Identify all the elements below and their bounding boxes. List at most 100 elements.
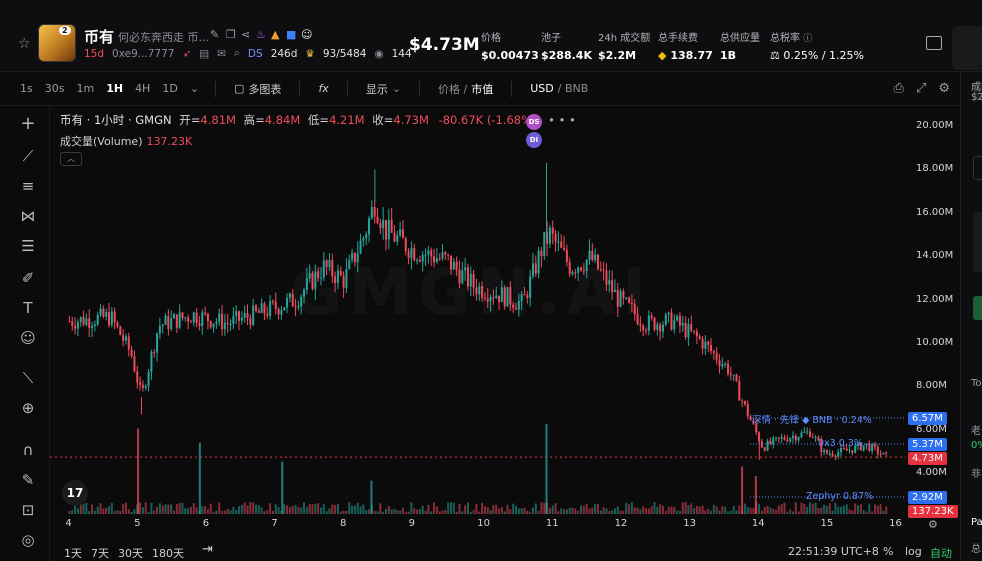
range-180d[interactable]: 180天 bbox=[152, 545, 184, 561]
sidebar-toggle-icon[interactable] bbox=[926, 36, 942, 50]
lock-drawing-icon[interactable]: ✎ bbox=[18, 470, 38, 490]
range-7d[interactable]: 7天 bbox=[91, 545, 109, 561]
fullscreen-icon[interactable]: ⤢ bbox=[916, 81, 926, 96]
dexscreener-link[interactable]: DS bbox=[248, 48, 263, 60]
volume-bar bbox=[407, 511, 410, 514]
panel-input[interactable] bbox=[973, 156, 982, 180]
more-icon[interactable]: • • • bbox=[548, 113, 576, 127]
volume-bar bbox=[240, 504, 243, 514]
candle bbox=[797, 436, 800, 443]
range-1d[interactable]: 1天 bbox=[64, 545, 82, 561]
candle bbox=[882, 452, 885, 455]
copy-icon[interactable]: ❐ bbox=[226, 28, 236, 41]
timeframe-dropdown-icon[interactable]: ⌄ bbox=[184, 82, 205, 95]
eye-toggle-icon[interactable]: ◎ bbox=[18, 530, 38, 550]
candle bbox=[563, 235, 566, 252]
axis-settings-icon[interactable]: ⚙ bbox=[928, 518, 938, 531]
lock-icon[interactable]: ⊡ bbox=[18, 500, 38, 520]
volume-bar bbox=[71, 510, 74, 514]
clock-time[interactable]: 22:51:39 UTC+8 bbox=[788, 545, 879, 558]
timeframe-30s[interactable]: 30s bbox=[39, 82, 71, 95]
timeframe-1s[interactable]: 1s bbox=[14, 82, 39, 95]
volume-bar bbox=[108, 506, 111, 514]
multi-chart-button[interactable]: ▢ 多图表 bbox=[226, 81, 289, 97]
candle bbox=[766, 438, 769, 452]
emoji-icon: ☺ bbox=[301, 28, 313, 41]
indicators-button[interactable]: fx bbox=[310, 82, 336, 95]
collapse-legend-icon[interactable]: ︿ bbox=[60, 152, 82, 166]
candle bbox=[356, 241, 359, 273]
volume-bar bbox=[483, 506, 486, 514]
volume-bar bbox=[625, 502, 628, 514]
volume-bar bbox=[257, 505, 260, 514]
doc-icon[interactable]: ▤ bbox=[199, 48, 209, 60]
timeframe-4h[interactable]: 4H bbox=[129, 82, 156, 95]
fib-icon[interactable]: ☰ bbox=[18, 236, 38, 256]
candle bbox=[238, 310, 241, 331]
horizontal-lines-icon[interactable]: ≡ bbox=[18, 176, 38, 196]
panel-buy-button[interactable] bbox=[973, 296, 982, 320]
event-marker-di[interactable]: DI bbox=[526, 132, 542, 148]
search-icon[interactable]: ⌕ bbox=[234, 47, 240, 60]
volume-bar bbox=[294, 504, 297, 514]
stat-price: 价格 $0.00473 bbox=[481, 33, 539, 62]
emoji-tool-icon[interactable]: ☺ bbox=[18, 328, 38, 348]
volume-bar bbox=[704, 510, 707, 514]
range-30d[interactable]: 30天 bbox=[118, 545, 143, 561]
high-value: 4.84M bbox=[264, 113, 301, 127]
volume-bar bbox=[328, 508, 331, 514]
edit-icon[interactable]: ✎ bbox=[210, 28, 219, 41]
price-chart[interactable]: GMGN.AI 币有 · 1小时 · GMGN 开=4.81M 高=4.84M … bbox=[50, 106, 960, 536]
camera-icon[interactable]: ⎙ bbox=[894, 81, 904, 96]
candle bbox=[93, 320, 96, 332]
settings-icon[interactable]: ⚙ bbox=[938, 81, 950, 96]
tradingview-logo[interactable]: 17 bbox=[62, 480, 88, 506]
candle bbox=[704, 335, 707, 355]
share-icon[interactable]: ⋖ bbox=[241, 28, 250, 41]
magnet-icon[interactable]: ∩ bbox=[18, 440, 38, 460]
contract-address[interactable]: 0xe9...7777 bbox=[112, 48, 174, 60]
timeframe-1d[interactable]: 1D bbox=[156, 82, 183, 95]
volume-bar bbox=[331, 504, 334, 514]
volume-bar bbox=[681, 502, 684, 514]
pattern-icon[interactable]: ⋈ bbox=[18, 206, 38, 226]
trend-line-icon[interactable]: ⟋ bbox=[18, 146, 38, 166]
volume-bar bbox=[791, 511, 794, 514]
candle bbox=[110, 307, 113, 328]
volume-bar bbox=[591, 507, 594, 514]
ruler-icon[interactable]: ⟍ bbox=[18, 368, 38, 388]
event-marker-ds[interactable]: DS bbox=[526, 114, 542, 130]
zoom-in-icon[interactable]: ⊕ bbox=[18, 398, 38, 418]
go-to-date-icon[interactable]: ⇥ bbox=[202, 542, 213, 557]
crosshair-icon[interactable]: + bbox=[18, 114, 38, 134]
volume-bar bbox=[410, 502, 413, 514]
candle bbox=[495, 286, 498, 300]
help-icon[interactable]: ⓘ bbox=[803, 34, 812, 44]
favorite-star-icon[interactable]: ☆ bbox=[18, 36, 31, 52]
comment-icon[interactable]: ✉ bbox=[217, 48, 226, 60]
brush-icon[interactable]: ✐ bbox=[18, 268, 38, 288]
percent-toggle[interactable]: % bbox=[883, 545, 893, 558]
candlestick-plot[interactable] bbox=[50, 106, 960, 536]
volume-bar bbox=[464, 505, 467, 514]
display-dropdown[interactable]: 显示 ⌄ bbox=[358, 81, 409, 97]
candle bbox=[359, 233, 362, 255]
volume-bar-spike bbox=[281, 461, 284, 514]
timeframe-1m[interactable]: 1m bbox=[70, 82, 100, 95]
text-icon[interactable]: T bbox=[18, 298, 38, 318]
volume-bar bbox=[133, 509, 136, 514]
price-mcap-toggle[interactable]: 价格 / 市值 bbox=[430, 81, 501, 97]
auto-scale-toggle[interactable]: 自动 bbox=[930, 545, 952, 561]
candle bbox=[379, 218, 382, 235]
timeframe-1h[interactable]: 1H bbox=[100, 82, 129, 95]
log-toggle[interactable]: log bbox=[905, 545, 922, 558]
volume-bar bbox=[76, 508, 79, 514]
candle bbox=[794, 433, 797, 443]
volume-bar bbox=[147, 511, 150, 514]
panel-card[interactable] bbox=[973, 212, 982, 272]
candle bbox=[656, 321, 659, 336]
currency-toggle[interactable]: USD / BNB bbox=[522, 82, 596, 95]
header-right-panel[interactable] bbox=[952, 26, 982, 70]
x-tick-label: 6 bbox=[202, 518, 210, 529]
volume-bar bbox=[475, 504, 478, 514]
